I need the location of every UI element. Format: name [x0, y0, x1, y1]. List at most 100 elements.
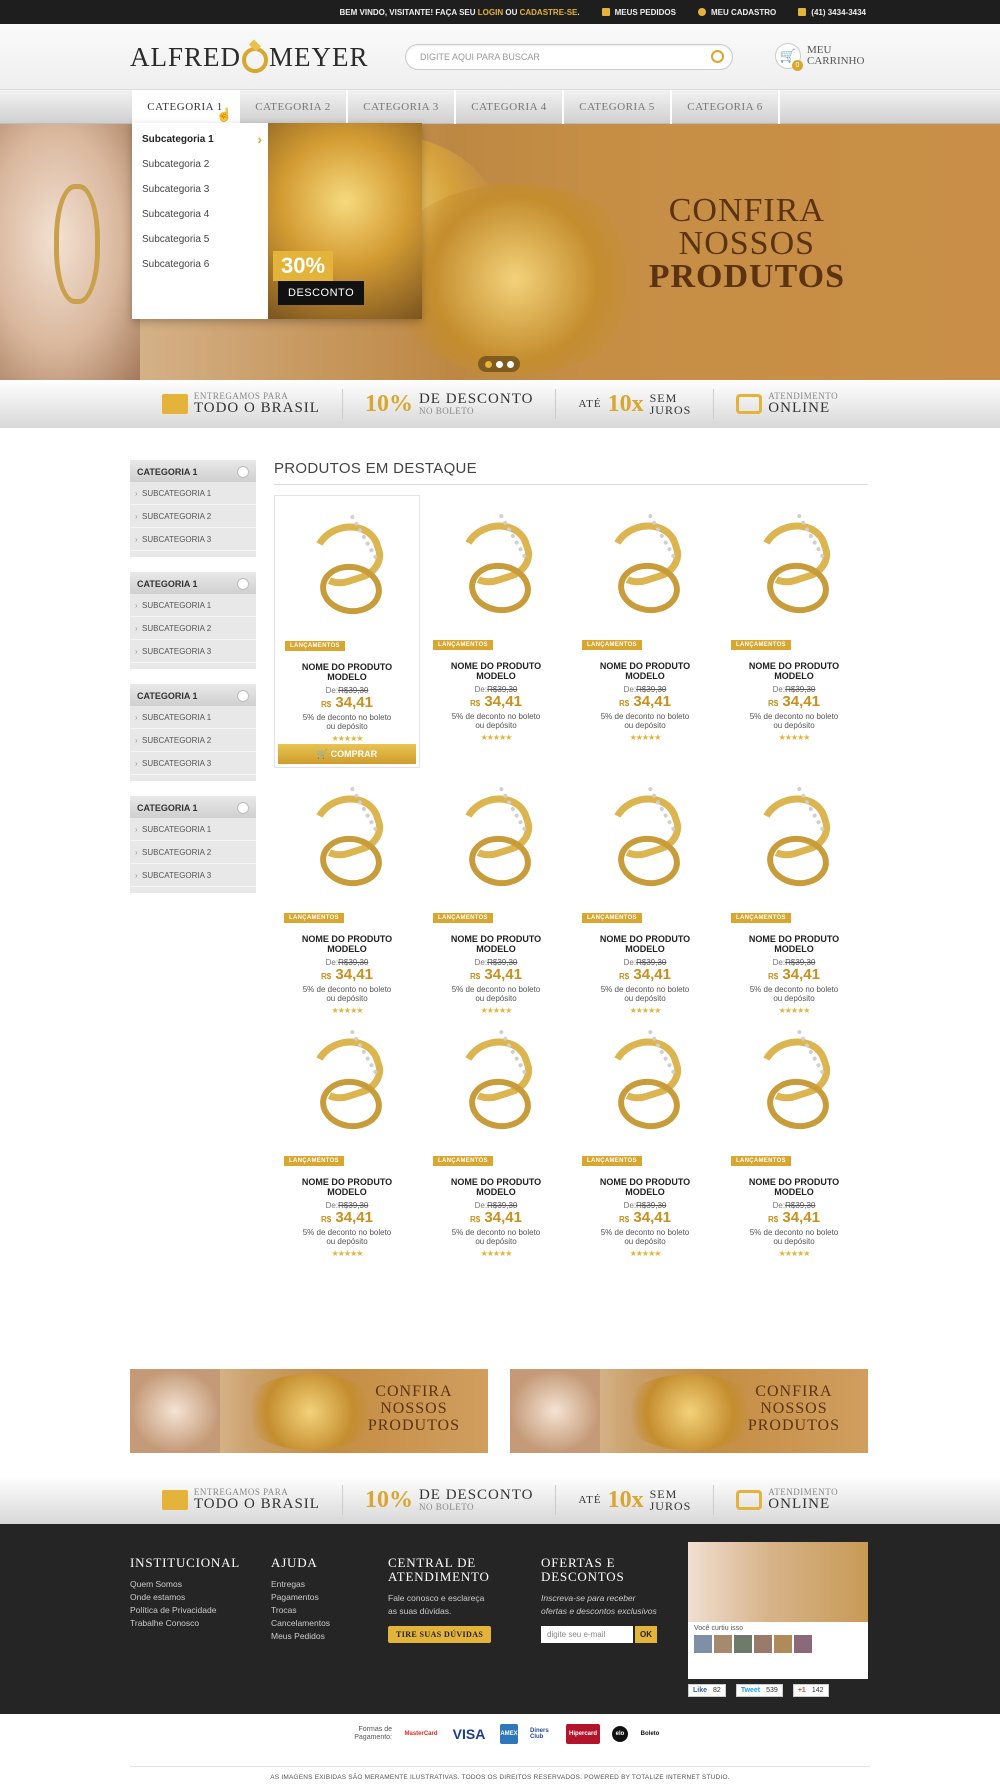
footer-link[interactable]: Meus Pedidos	[271, 1630, 330, 1643]
ring-product-image[interactable]	[600, 1029, 690, 1141]
newsletter-email-input[interactable]: digite seu e-mail	[541, 1626, 633, 1643]
sidebar-subcategory-link[interactable]: SUBCATEGORIA 1	[130, 818, 256, 841]
ring-product-image[interactable]	[302, 786, 392, 898]
product-card[interactable]: LANÇAMENTOS NOME DO PRODUTO MODELO De:R$39,…	[423, 768, 569, 1015]
nav-tab-5[interactable]: CATEGORIA 5	[564, 90, 672, 124]
product-card[interactable]: LANÇAMENTOS NOME DO PRODUTO MODELO De:R$39,…	[721, 768, 867, 1015]
product-card[interactable]: LANÇAMENTOS NOME DO PRODUTO MODELO De:R$39,…	[572, 768, 718, 1015]
nav-tab-4[interactable]: CATEGORIA 4	[456, 90, 564, 124]
promo-banner[interactable]: CONFIRA NOSSOS PRODUTOS	[510, 1369, 868, 1453]
login-link[interactable]: LOGIN	[478, 8, 503, 17]
avatar[interactable]	[694, 1635, 712, 1653]
sidebar-subcategory-link[interactable]: SUBCATEGORIA 3	[130, 528, 256, 551]
product-card[interactable]: LANÇAMENTOS NOME DO PRODUTO MODELO De:R$39,…	[274, 1011, 420, 1258]
dropdown-promo-image[interactable]: 30% DESCONTO	[268, 123, 422, 319]
ring-product-image[interactable]	[749, 1029, 839, 1141]
dropdown-item[interactable]: Subcategoria 6	[132, 252, 268, 277]
footer-link[interactable]: Entregas	[271, 1578, 330, 1591]
sidebar-subcategory-link[interactable]: SUBCATEGORIA 3	[130, 864, 256, 887]
product-name[interactable]: NOME DO PRODUTO MODELO	[572, 934, 718, 954]
slider-dot[interactable]	[495, 360, 503, 368]
search-icon[interactable]	[711, 50, 724, 63]
sidebar-subcategory-link[interactable]: SUBCATEGORIA 3	[130, 640, 256, 663]
facebook-like-button[interactable]: Like 82	[688, 1684, 726, 1697]
product-name[interactable]: NOME DO PRODUTO MODELO	[423, 934, 569, 954]
sidebar-category-header[interactable]: CATEGORIA 1	[130, 572, 256, 594]
slider-dot[interactable]	[484, 360, 492, 368]
sidebar-category-header[interactable]: CATEGORIA 1	[130, 796, 256, 818]
register-link[interactable]: CADASTRE-SE	[520, 8, 578, 17]
nav-tab-6[interactable]: CATEGORIA 6	[672, 90, 780, 124]
sidebar-subcategory-link[interactable]: SUBCATEGORIA 1	[130, 706, 256, 729]
dropdown-item[interactable]: Subcategoria 1	[132, 127, 268, 152]
product-card[interactable]: LANÇAMENTOS NOME DO PRODUTO MODELO De:R$39,…	[572, 495, 718, 768]
product-name[interactable]: NOME DO PRODUTO MODELO	[423, 661, 569, 681]
product-card[interactable]: LANÇAMENTOS NOME DO PRODUTO MODELO De:R$39,…	[423, 1011, 569, 1258]
buy-button[interactable]: 🛒 COMPRAR	[278, 744, 416, 764]
nav-tab-3[interactable]: CATEGORIA 3	[348, 90, 456, 124]
dropdown-item[interactable]: Subcategoria 4	[132, 202, 268, 227]
search-input[interactable]: DIGITE AQUI PARA BUSCAR	[405, 44, 733, 70]
slider-dot[interactable]	[506, 360, 514, 368]
ring-product-image[interactable]	[749, 786, 839, 898]
product-name[interactable]: NOME DO PRODUTO MODELO	[721, 934, 867, 954]
ring-product-image[interactable]	[451, 1029, 541, 1141]
sidebar-category-header[interactable]: CATEGORIA 1	[130, 684, 256, 706]
google-plus-button[interactable]: +1 142	[792, 1684, 829, 1697]
sidebar-subcategory-link[interactable]: SUBCATEGORIA 1	[130, 482, 256, 505]
nav-tab-2[interactable]: CATEGORIA 2	[240, 90, 348, 124]
sidebar-category-header[interactable]: CATEGORIA 1	[130, 460, 256, 482]
footer-link[interactable]: Cancelamentos	[271, 1617, 330, 1630]
newsletter-ok-button[interactable]: OK	[635, 1626, 657, 1643]
my-orders-link[interactable]: MEUS PEDIDOS	[601, 7, 676, 17]
product-name[interactable]: NOME DO PRODUTO MODELO	[721, 661, 867, 681]
avatar[interactable]	[774, 1635, 792, 1653]
promo-banner[interactable]: CONFIRA NOSSOS PRODUTOS	[130, 1369, 488, 1453]
ring-product-image[interactable]	[600, 786, 690, 898]
product-name[interactable]: NOME DO PRODUTO MODELO	[572, 1177, 718, 1197]
footer-link[interactable]: Política de Privacidade	[130, 1604, 240, 1617]
dropdown-item[interactable]: Subcategoria 2	[132, 152, 268, 177]
product-name[interactable]: NOME DO PRODUTO MODELO	[275, 662, 419, 682]
sidebar-subcategory-link[interactable]: SUBCATEGORIA 3	[130, 752, 256, 775]
product-card[interactable]: LANÇAMENTOS NOME DO PRODUTO MODELO De:R$39,…	[274, 768, 420, 1015]
product-name[interactable]: NOME DO PRODUTO MODELO	[572, 661, 718, 681]
my-account-link[interactable]: MEU CADASTRO	[697, 7, 776, 17]
avatar[interactable]	[734, 1635, 752, 1653]
product-card[interactable]: LANÇAMENTOS NOME DO PRODUTO MODELO De:R$39,…	[572, 1011, 718, 1258]
product-name[interactable]: NOME DO PRODUTO MODELO	[274, 934, 420, 954]
product-card[interactable]: LANÇAMENTOS NOME DO PRODUTO MODELO De:R$39,…	[721, 495, 867, 768]
footer-link[interactable]: Quem Somos	[130, 1578, 240, 1591]
product-name[interactable]: NOME DO PRODUTO MODELO	[721, 1177, 867, 1197]
product-name[interactable]: NOME DO PRODUTO MODELO	[423, 1177, 569, 1197]
logo[interactable]: ALFRED MEYER	[130, 42, 369, 73]
ask-questions-button[interactable]: TIRE SUAS DÚVIDAS	[388, 1626, 492, 1643]
avatar[interactable]	[714, 1635, 732, 1653]
ring-product-image[interactable]	[451, 786, 541, 898]
product-card[interactable]: LANÇAMENTOS NOME DO PRODUTO MODELO De:R$39,…	[423, 495, 569, 768]
footer-link[interactable]: Onde estamos	[130, 1591, 240, 1604]
product-card[interactable]: LANÇAMENTOS NOME DO PRODUTO MODELO De:R$39,…	[274, 495, 420, 768]
avatar[interactable]	[794, 1635, 812, 1653]
ring-product-image[interactable]	[600, 513, 690, 625]
footer-link[interactable]: Trabalhe Conosco	[130, 1617, 240, 1630]
sidebar-subcategory-link[interactable]: SUBCATEGORIA 2	[130, 617, 256, 640]
dropdown-item[interactable]: Subcategoria 5	[132, 227, 268, 252]
footer-link[interactable]: Trocas	[271, 1604, 330, 1617]
ring-product-image[interactable]	[302, 514, 392, 626]
facebook-widget[interactable]: Você curtiu isso	[688, 1542, 868, 1679]
ring-product-image[interactable]	[749, 513, 839, 625]
ring-product-image[interactable]	[302, 1029, 392, 1141]
ring-product-image[interactable]	[451, 513, 541, 625]
cart-button[interactable]: 🛒 0 MEU CARRINHO	[775, 43, 867, 71]
product-card[interactable]: LANÇAMENTOS NOME DO PRODUTO MODELO De:R$39,…	[721, 1011, 867, 1258]
footer-link[interactable]: Pagamentos	[271, 1591, 330, 1604]
sidebar-subcategory-link[interactable]: SUBCATEGORIA 2	[130, 841, 256, 864]
tweet-button[interactable]: Tweet 539	[735, 1684, 783, 1697]
nav-tab-1[interactable]: CATEGORIA 1 ☝	[132, 90, 240, 124]
sidebar-subcategory-link[interactable]: SUBCATEGORIA 2	[130, 505, 256, 528]
sidebar-subcategory-link[interactable]: SUBCATEGORIA 2	[130, 729, 256, 752]
sidebar-subcategory-link[interactable]: SUBCATEGORIA 1	[130, 594, 256, 617]
avatar[interactable]	[754, 1635, 772, 1653]
product-name[interactable]: NOME DO PRODUTO MODELO	[274, 1177, 420, 1197]
